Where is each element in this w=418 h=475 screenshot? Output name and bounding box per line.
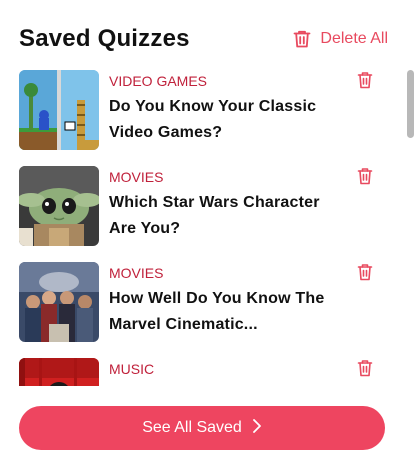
trash-icon	[357, 264, 373, 285]
category-label: MOVIES	[109, 169, 164, 185]
trash-icon	[357, 72, 373, 93]
quiz-title[interactable]: Which Star Wars Character Are You?	[109, 190, 344, 242]
trash-icon	[357, 168, 373, 189]
delete-all-label: Delete All	[320, 30, 388, 47]
see-all-saved-button[interactable]: See All Saved	[19, 406, 385, 450]
quiz-title[interactable]: How Well Do You Know The Marvel Cinemati…	[109, 286, 344, 338]
page-title: Saved Quizzes	[19, 25, 190, 52]
trash-icon	[292, 29, 312, 49]
list-item[interactable]: MOVIES Which Star Wars Character Are You…	[19, 166, 389, 262]
category-label: VIDEO GAMES	[109, 73, 208, 89]
saved-quizzes-panel: Saved Quizzes Delete All VIDEO GAMES Do …	[0, 0, 418, 475]
list-item[interactable]: MOVIES How Well Do You Know The Marvel C…	[19, 262, 389, 358]
delete-item-button[interactable]	[357, 263, 373, 286]
marvel-thumbnail	[19, 262, 99, 342]
delete-item-button[interactable]	[357, 359, 373, 382]
delete-item-button[interactable]	[357, 167, 373, 190]
quiz-title[interactable]: Do You Know Your Classic Video Games?	[109, 94, 344, 146]
scrollbar[interactable]	[405, 70, 415, 391]
chevron-right-icon	[252, 418, 262, 439]
list-item[interactable]: VIDEO GAMES Do You Know Your Classic Vid…	[19, 70, 389, 166]
scrollbar-thumb[interactable]	[407, 70, 414, 138]
star-wars-thumbnail	[19, 166, 99, 246]
delete-item-button[interactable]	[357, 71, 373, 94]
delete-all-button[interactable]: Delete All	[292, 29, 388, 49]
video-game-thumbnail	[19, 70, 99, 150]
header: Saved Quizzes Delete All	[19, 22, 388, 56]
saved-list[interactable]: VIDEO GAMES Do You Know Your Classic Vid…	[0, 70, 418, 391]
see-all-saved-label: See All Saved	[142, 419, 242, 436]
trash-icon	[357, 360, 373, 381]
category-label: MOVIES	[109, 265, 164, 281]
category-label: MUSIC	[109, 361, 155, 377]
